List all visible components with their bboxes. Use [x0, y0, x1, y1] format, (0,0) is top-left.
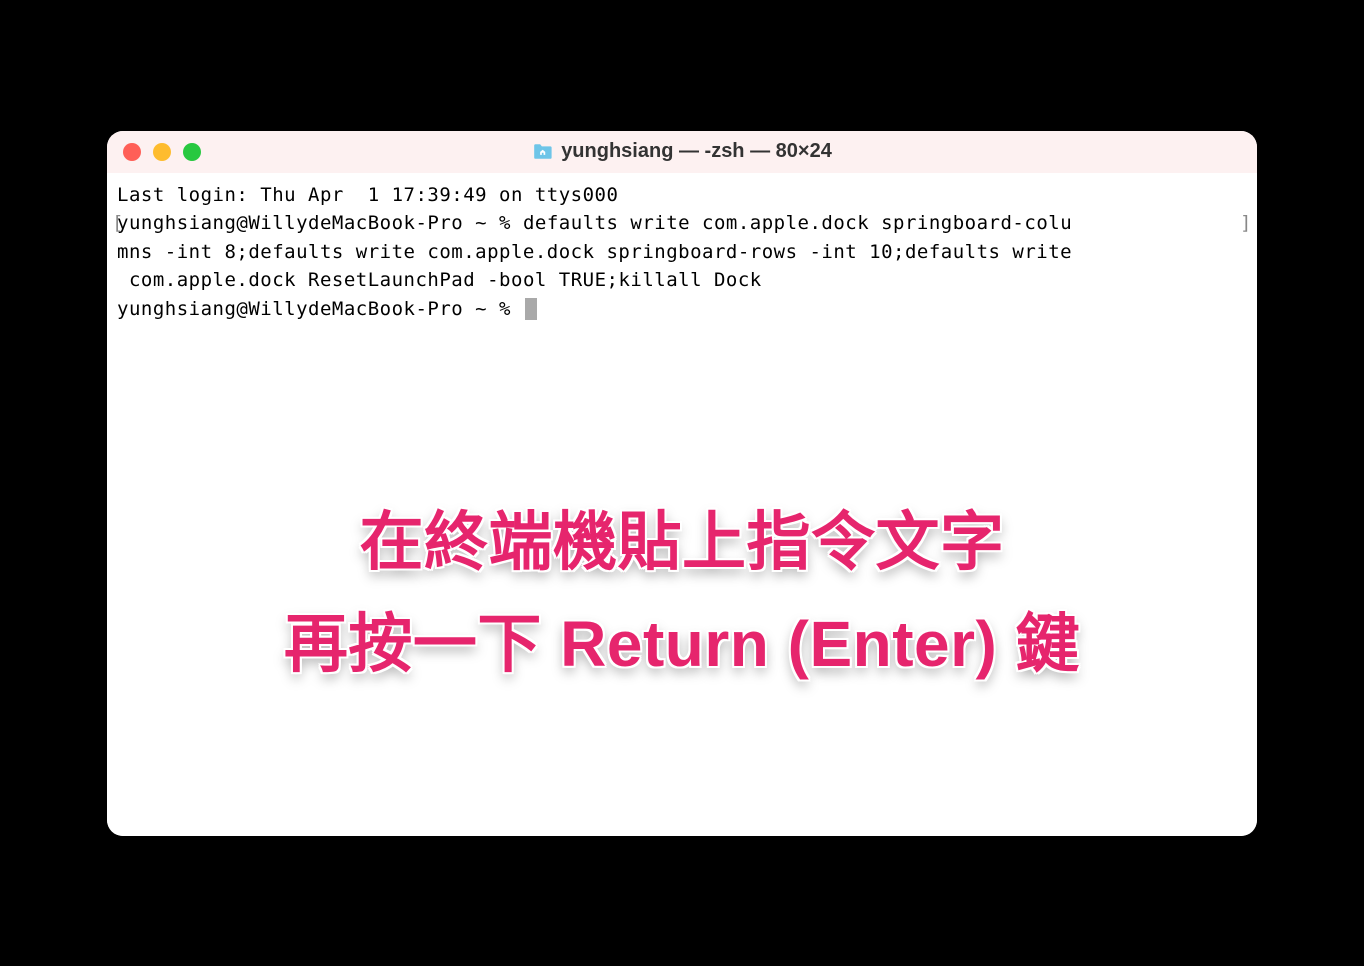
- minimize-button[interactable]: [153, 143, 171, 161]
- prompt-line: yunghsiang@WillydeMacBook-Pro ~ %: [111, 295, 1253, 324]
- close-button[interactable]: [123, 143, 141, 161]
- cursor: [525, 298, 537, 320]
- command-line-2: mns -int 8;defaults write com.apple.dock…: [111, 238, 1253, 267]
- prompt-text: yunghsiang@WillydeMacBook-Pro ~ %: [117, 212, 523, 234]
- maximize-button[interactable]: [183, 143, 201, 161]
- last-login-line: Last login: Thu Apr 1 17:39:49 on ttys00…: [111, 181, 1253, 210]
- folder-home-icon: [532, 143, 553, 160]
- terminal-window: yunghsiang — -zsh — 80×24 Last login: Th…: [107, 131, 1257, 836]
- instruction-overlay: 在終端機貼上指令文字 再按一下 Return (Enter) 鍵: [107, 491, 1257, 696]
- title-bar: yunghsiang — -zsh — 80×24: [107, 131, 1257, 173]
- command-line-3: com.apple.dock ResetLaunchPad -bool TRUE…: [111, 266, 1253, 295]
- window-title: yunghsiang — -zsh — 80×24: [532, 140, 832, 163]
- window-title-text: yunghsiang — -zsh — 80×24: [561, 140, 832, 163]
- wrap-bracket-left-icon: [: [112, 209, 124, 238]
- wrap-bracket-right-icon: ]: [1240, 209, 1252, 238]
- command-line-1: [yunghsiang@WillydeMacBook-Pro ~ % defau…: [111, 209, 1253, 238]
- command-segment-1: defaults write com.apple.dock springboar…: [523, 212, 1072, 234]
- terminal-body[interactable]: Last login: Thu Apr 1 17:39:49 on ttys00…: [107, 173, 1257, 836]
- instruction-line-2: 再按一下 Return (Enter) 鍵: [107, 593, 1257, 695]
- prompt-text-after: yunghsiang@WillydeMacBook-Pro ~ %: [117, 298, 523, 320]
- traffic-lights: [123, 143, 201, 161]
- instruction-line-1: 在終端機貼上指令文字: [107, 491, 1257, 593]
